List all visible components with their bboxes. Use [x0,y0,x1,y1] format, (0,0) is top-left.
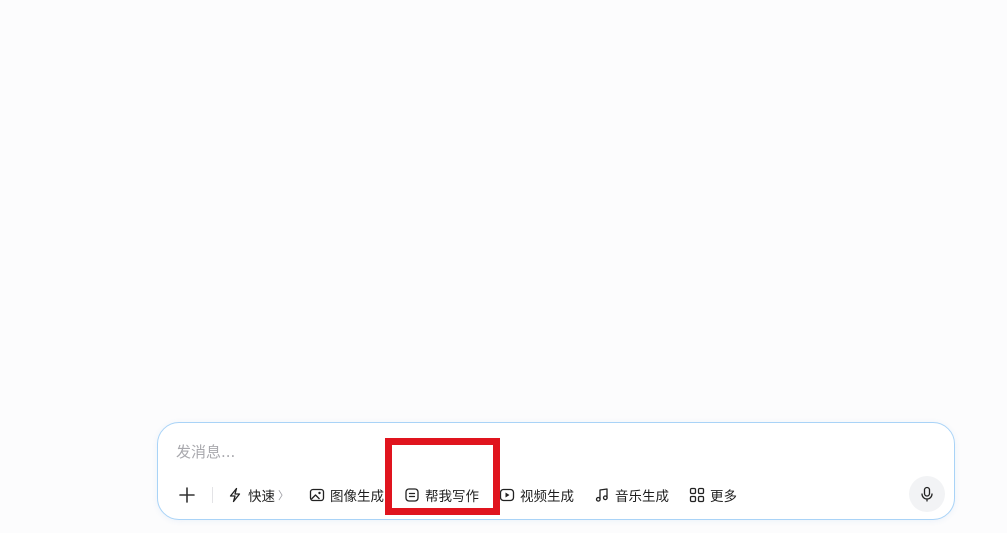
chevron-right-icon: 〉 [278,489,289,502]
image-generation-label: 图像生成 [330,489,384,505]
toolbar-divider [212,487,213,503]
video-generation-label: 视频生成 [520,489,574,505]
more-tools-button[interactable]: 更多 [689,480,737,510]
video-generation-button[interactable]: 视频生成 [499,480,574,510]
quick-mode-button[interactable]: 快速 〉 [227,480,289,510]
lightning-icon [227,487,243,503]
music-note-icon [594,487,610,503]
message-composer: 快速 〉 图像生成 [157,422,955,520]
add-attachment-button[interactable] [172,480,202,510]
microphone-icon [921,486,933,502]
quick-mode-label: 快速 [248,489,275,505]
page: 快速 〉 图像生成 [0,0,1007,533]
document-icon [404,487,420,503]
message-input[interactable] [176,439,876,465]
help-me-write-label: 帮我写作 [425,489,479,505]
music-generation-button[interactable]: 音乐生成 [594,480,669,510]
image-generation-button[interactable]: 图像生成 [309,480,384,510]
more-tools-label: 更多 [710,489,737,505]
music-generation-label: 音乐生成 [615,489,669,505]
plus-icon [179,487,195,503]
voice-input-button[interactable] [909,476,945,512]
image-icon [309,487,325,503]
composer-toolbar: 快速 〉 图像生成 帮我写作 视频生成 音乐生成 更多 [172,479,757,511]
help-me-write-button[interactable]: 帮我写作 [404,480,479,510]
video-play-icon [499,487,515,503]
grid-icon [689,487,705,503]
